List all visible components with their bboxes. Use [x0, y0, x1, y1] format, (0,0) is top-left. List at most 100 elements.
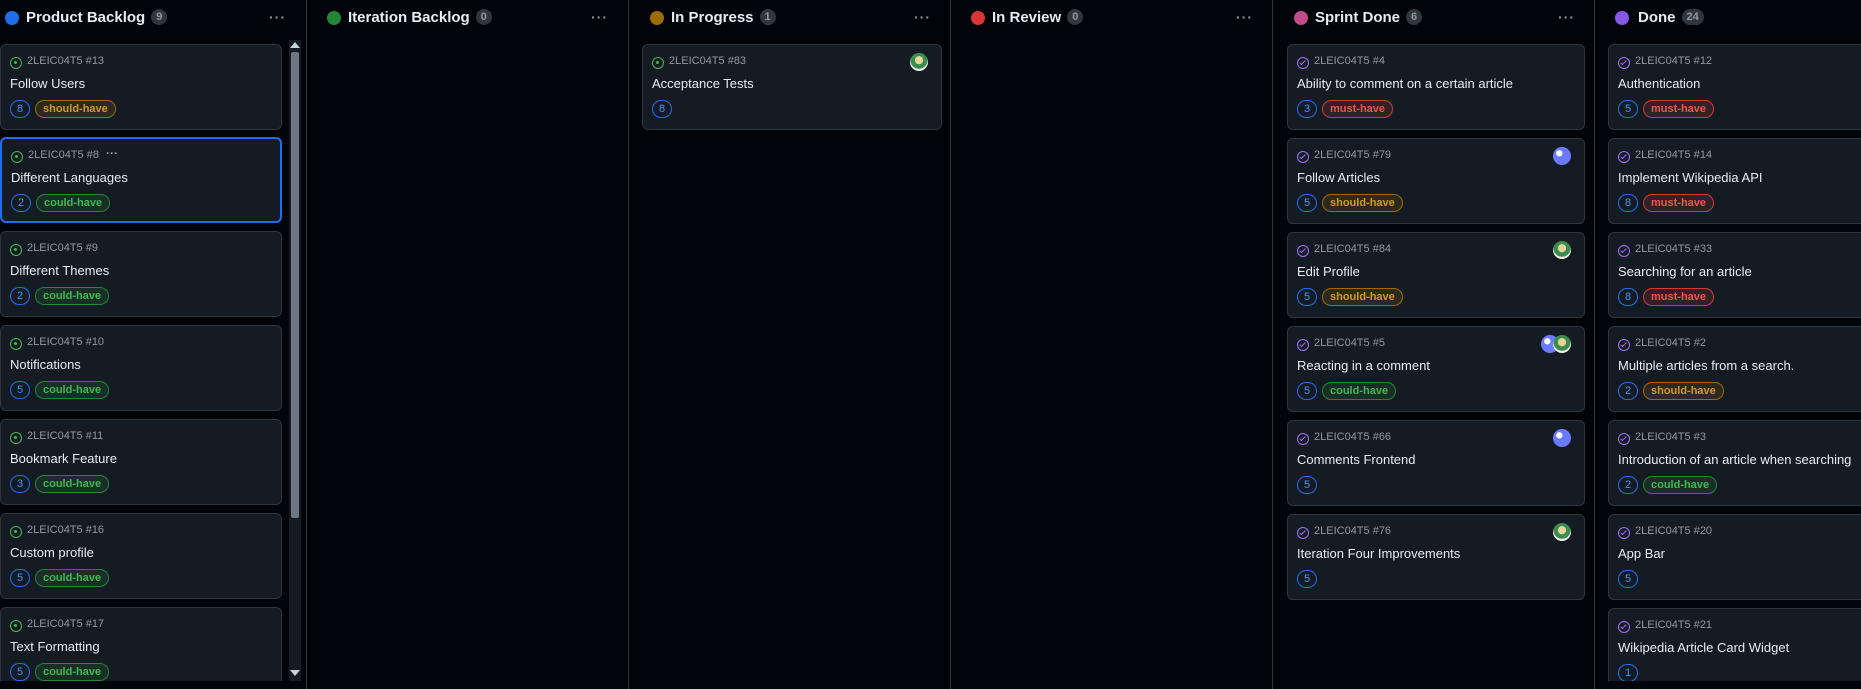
- issue-card[interactable]: 2LEIC04T5 #84 Edit Profile 5 should-have: [1287, 232, 1585, 318]
- assignee-avatar[interactable]: [1553, 523, 1571, 541]
- column-menu-icon[interactable]: ···: [591, 9, 608, 25]
- issue-title[interactable]: Introduction of an article when searchin…: [1618, 452, 1851, 467]
- issue-ref[interactable]: 2LEIC04T5 #4: [1314, 55, 1385, 67]
- issue-ref[interactable]: 2LEIC04T5 #83: [669, 55, 746, 67]
- issue-card[interactable]: 2LEIC04T5 #16 Custom profile 5 could-have: [0, 513, 282, 599]
- issue-card[interactable]: 2LEIC04T5 #11 Bookmark Feature 3 could-ha…: [0, 419, 282, 505]
- scroll-down-icon[interactable]: [290, 670, 300, 676]
- issue-title[interactable]: Edit Profile: [1297, 264, 1360, 279]
- issue-title[interactable]: App Bar: [1618, 546, 1665, 561]
- issue-title[interactable]: Custom profile: [10, 545, 94, 560]
- issue-card[interactable]: 2LEIC04T5 #12 Authentication 5 must-have: [1608, 44, 1861, 130]
- issue-card[interactable]: 2LEIC04T5 #3 Introduction of an article …: [1608, 420, 1861, 506]
- assignee-avatar[interactable]: [1553, 335, 1571, 353]
- column-count: 0: [1067, 9, 1084, 26]
- issue-ref[interactable]: 2LEIC04T5 #66: [1314, 431, 1391, 443]
- column-menu-icon[interactable]: ···: [269, 9, 286, 25]
- issue-card[interactable]: 2LEIC04T5 #21 Wikipedia Article Card Wid…: [1608, 608, 1861, 681]
- open-issue-icon: [652, 57, 664, 69]
- scrollbar-thumb[interactable]: [291, 52, 299, 518]
- issue-ref[interactable]: 2LEIC04T5 #8: [28, 149, 99, 161]
- issue-title[interactable]: Text Formatting: [10, 639, 100, 654]
- issue-ref[interactable]: 2LEIC04T5 #5: [1314, 337, 1385, 349]
- issue-title[interactable]: Reacting in a comment: [1297, 358, 1430, 373]
- issue-title[interactable]: Multiple articles from a search.: [1618, 358, 1794, 373]
- estimate-badge: 2: [11, 194, 31, 212]
- estimate-badge: 5: [10, 381, 30, 399]
- issue-card[interactable]: 2LEIC04T5 #4 Ability to comment on a cer…: [1287, 44, 1585, 130]
- assignee-avatar[interactable]: [910, 53, 928, 71]
- column-menu-icon[interactable]: ···: [914, 9, 931, 25]
- issue-ref[interactable]: 2LEIC04T5 #84: [1314, 243, 1391, 255]
- issue-ref[interactable]: 2LEIC04T5 #16: [27, 524, 104, 536]
- card-clip: 2LEIC04T5 #21 Wikipedia Article Card Wid…: [1608, 608, 1861, 681]
- issue-card[interactable]: 2LEIC04T5 #10 Notifications 5 could-have: [0, 325, 282, 411]
- estimate-badge: 3: [1297, 100, 1317, 118]
- issue-card[interactable]: 2LEIC04T5 #33 Searching for an article 8…: [1608, 232, 1861, 318]
- estimate-badge: 5: [1618, 100, 1638, 118]
- issue-title[interactable]: Searching for an article: [1618, 264, 1752, 279]
- issue-ref[interactable]: 2LEIC04T5 #17: [27, 618, 104, 630]
- column-title: Product Backlog 9: [26, 9, 168, 26]
- issue-card[interactable]: 2LEIC04T5 #20 App Bar 5: [1608, 514, 1861, 600]
- issue-title[interactable]: Implement Wikipedia API: [1618, 170, 1763, 185]
- issue-card-selected[interactable]: 2LEIC04T5 #8 ··· Different Languages 2 co…: [0, 137, 282, 223]
- issue-ref[interactable]: 2LEIC04T5 #9: [27, 242, 98, 254]
- issue-card[interactable]: 2LEIC04T5 #2 Multiple articles from a se…: [1608, 326, 1861, 412]
- issue-card[interactable]: 2LEIC04T5 #66 Comments Frontend 5: [1287, 420, 1585, 506]
- scroll-up-icon[interactable]: [290, 42, 300, 48]
- issue-card[interactable]: 2LEIC04T5 #9 Different Themes 2 could-hav…: [0, 231, 282, 317]
- issue-title[interactable]: Authentication: [1618, 76, 1700, 91]
- priority-label: could-have: [36, 194, 111, 212]
- estimate-badge: 5: [10, 569, 30, 587]
- issue-title[interactable]: Notifications: [10, 357, 81, 372]
- issue-card[interactable]: 2LEIC04T5 #83 Acceptance Tests 8: [642, 44, 942, 130]
- column-in-review: In Review 0 ···: [958, 0, 1273, 689]
- priority-label: could-have: [35, 569, 110, 587]
- issue-title[interactable]: Different Themes: [10, 263, 109, 278]
- issue-title[interactable]: Follow Articles: [1297, 170, 1380, 185]
- issue-ref[interactable]: 2LEIC04T5 #11: [27, 430, 103, 442]
- issue-ref[interactable]: 2LEIC04T5 #21: [1635, 619, 1712, 631]
- issue-ref[interactable]: 2LEIC04T5 #79: [1314, 149, 1391, 161]
- estimate-badge: 5: [1297, 382, 1317, 400]
- assignee-avatar[interactable]: [1553, 241, 1571, 259]
- issue-card[interactable]: 2LEIC04T5 #79 Follow Articles 5 should-ha…: [1287, 138, 1585, 224]
- estimate-badge: 5: [1297, 476, 1317, 494]
- issue-ref[interactable]: 2LEIC04T5 #2: [1635, 337, 1706, 349]
- issue-card[interactable]: 2LEIC04T5 #5 Reacting in a comment 5 coul…: [1287, 326, 1585, 412]
- column-iteration-backlog: Iteration Backlog 0 ···: [314, 0, 629, 689]
- issue-ref[interactable]: 2LEIC04T5 #13: [27, 55, 104, 67]
- issue-title[interactable]: Ability to comment on a certain article: [1297, 76, 1513, 91]
- issue-ref[interactable]: 2LEIC04T5 #20: [1635, 525, 1712, 537]
- assignee-avatar[interactable]: [1553, 429, 1571, 447]
- issue-title[interactable]: Bookmark Feature: [10, 451, 117, 466]
- issue-ref[interactable]: 2LEIC04T5 #76: [1314, 525, 1391, 537]
- issue-title[interactable]: Wikipedia Article Card Widget: [1618, 640, 1789, 655]
- closed-issue-icon: [1618, 57, 1630, 69]
- issue-ref[interactable]: 2LEIC04T5 #33: [1635, 243, 1712, 255]
- column-title: Done 24: [1638, 9, 1704, 26]
- issue-title[interactable]: Acceptance Tests: [652, 76, 754, 91]
- issue-ref[interactable]: 2LEIC04T5 #10: [27, 336, 104, 348]
- assignee-avatar[interactable]: [1553, 147, 1571, 165]
- closed-issue-icon: [1618, 245, 1630, 257]
- issue-ref[interactable]: 2LEIC04T5 #14: [1635, 149, 1712, 161]
- issue-card[interactable]: 2LEIC04T5 #14 Implement Wikipedia API 8m…: [1608, 138, 1861, 224]
- issue-title[interactable]: Comments Frontend: [1297, 452, 1416, 467]
- issue-title[interactable]: Different Languages: [11, 170, 128, 185]
- issue-title[interactable]: Follow Users: [10, 76, 85, 91]
- open-issue-icon: [10, 244, 22, 256]
- estimate-badge: 2: [10, 287, 30, 305]
- card-menu-icon[interactable]: ···: [106, 146, 118, 160]
- issue-title[interactable]: Iteration Four Improvements: [1297, 546, 1460, 561]
- issue-card[interactable]: 2LEIC04T5 #13 Follow Users 8 should-have: [0, 44, 282, 130]
- column-menu-icon[interactable]: ···: [1558, 9, 1575, 25]
- priority-label: must-have: [1643, 194, 1715, 212]
- issue-card[interactable]: 2LEIC04T5 #76 Iteration Four Improvement…: [1287, 514, 1585, 600]
- column-menu-icon[interactable]: ···: [1236, 9, 1253, 25]
- issue-ref[interactable]: 2LEIC04T5 #3: [1635, 431, 1706, 443]
- issue-card[interactable]: 2LEIC04T5 #17 Text Formatting 5 could-hav…: [0, 607, 282, 681]
- column-done: Done 24 2LEIC04T5 #12 Authentication 5 mus…: [1602, 0, 1861, 689]
- issue-ref[interactable]: 2LEIC04T5 #12: [1635, 55, 1712, 67]
